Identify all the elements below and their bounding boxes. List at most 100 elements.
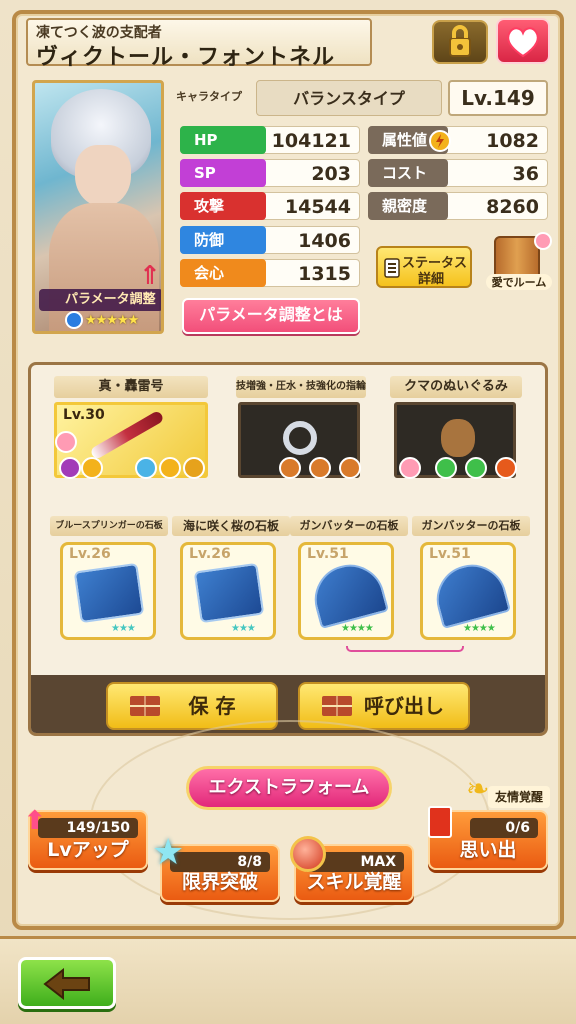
stone-stars: ★★★★ <box>341 623 374 634</box>
drum-orb-icon <box>309 457 331 479</box>
stone-level: Lv.26 <box>189 546 231 562</box>
room-button[interactable]: 愛でルーム <box>486 232 552 294</box>
back-button[interactable] <box>18 957 116 1009</box>
weapon-level: Lv.30 <box>63 407 105 423</box>
arrow-up-orb-icon <box>495 457 517 479</box>
drum-orb-icon <box>279 457 301 479</box>
stat-critical: 会心 1315 <box>180 259 360 287</box>
stone-slot[interactable]: Lv.51 ★★★★ <box>298 542 394 640</box>
stat-sp: SP 203 <box>180 159 360 187</box>
gem-orb-icon <box>135 457 157 479</box>
type-value: バランスタイプ <box>256 80 442 116</box>
stat-value: 203 <box>311 163 351 185</box>
save-label: 保 存 <box>188 694 236 718</box>
stat-label: 会心 <box>180 259 266 287</box>
stat-defense: 防御 1406 <box>180 226 360 254</box>
stat-label: 防御 <box>180 226 266 254</box>
stat-label: HP <box>180 126 266 154</box>
portrait-face <box>75 145 131 207</box>
stone-stars: ★★★★ <box>463 623 496 634</box>
star-gem-icon: ★ <box>152 832 185 873</box>
gem-orb-icon <box>159 457 181 479</box>
param-help-button[interactable]: パラメータ調整とは <box>182 298 360 334</box>
ring-slot[interactable] <box>238 402 361 479</box>
lock-icon <box>449 25 471 57</box>
gem-orb-icon <box>183 457 205 479</box>
heart-icon <box>507 27 539 58</box>
lvup-button[interactable]: 149/150 Lvアップ <box>28 810 148 870</box>
stat-attribute: 属性値 1082 <box>368 126 548 154</box>
favorite-button[interactable] <box>496 18 550 64</box>
character-title-box: 凍てつく波の支配者 ヴィクトール・フォントネル <box>26 18 372 70</box>
stat-label: 親密度 <box>368 192 448 220</box>
stone-tablet-icon <box>73 562 145 624</box>
type-label: キャラタイプ <box>176 90 242 103</box>
character-portrait[interactable]: ⇑ パラメータ調整 ★★★★★ <box>32 80 164 334</box>
stat-label: SP <box>180 159 266 187</box>
screen: 凍てつく波の支配者 ヴィクトール・フォントネル ⇑ パラメータ調整 ★★★★★ … <box>0 0 576 1024</box>
stat-intimacy: 親密度 8260 <box>368 192 548 220</box>
room-label: 愛でルーム <box>486 274 552 290</box>
stat-value: 36 <box>512 163 539 185</box>
heart-orb-icon <box>55 431 77 453</box>
stat-cost: コスト 36 <box>368 159 548 187</box>
card-icon <box>428 806 452 838</box>
wing-icon: ❧ <box>466 772 490 805</box>
stat-value: 1082 <box>486 130 539 152</box>
brick-save-icon <box>130 696 160 716</box>
skill-orb-icon <box>59 457 81 479</box>
accessory-slot-title: クマのぬいぐるみ <box>390 376 522 398</box>
back-arrow-icon <box>43 968 90 1000</box>
stat-value: 1406 <box>298 230 351 252</box>
accessory-slot[interactable] <box>394 402 517 479</box>
door-icon <box>494 236 540 278</box>
stone-slot[interactable]: Lv.26 ★★★ <box>180 542 276 640</box>
status-detail-label-2: 詳細 <box>418 272 445 287</box>
stone-slot[interactable]: Lv.26 ★★★ <box>60 542 156 640</box>
stat-value: 104121 <box>271 130 351 152</box>
up-arrow-icon: ⇑ <box>139 261 161 291</box>
stat-attack: 攻撃 14544 <box>180 192 360 220</box>
extra-form-button[interactable]: エクストラフォーム <box>186 766 392 810</box>
heart-green-orb-icon <box>465 457 487 479</box>
stone-stars: ★★★ <box>111 623 136 634</box>
weapon-slot[interactable]: Lv.30 <box>54 402 208 479</box>
stat-hp: HP 104121 <box>180 126 360 154</box>
stat-value: 14544 <box>284 196 351 218</box>
heart-badge-icon <box>534 232 552 250</box>
memory-label: 思い出 <box>459 839 517 861</box>
heart-orb-icon <box>399 457 421 479</box>
stone-level: Lv.26 <box>69 546 111 562</box>
lock-button[interactable] <box>432 20 488 64</box>
teddy-bear-icon <box>441 419 475 457</box>
character-name: ヴィクトール・フォントネル <box>36 45 336 70</box>
footer-bar <box>0 936 576 1024</box>
thunder-element-icon <box>429 130 451 152</box>
stat-label: コスト <box>368 159 448 187</box>
stone-slot-title: 海に咲く桜の石板 <box>172 516 290 536</box>
heart-green-orb-icon <box>435 457 457 479</box>
stone-stars: ★★★ <box>231 623 256 634</box>
stone-slot-title: ブルースプリンガーの石板 <box>50 516 168 536</box>
stat-label: 攻撃 <box>180 192 266 220</box>
stat-value: 8260 <box>486 196 539 218</box>
list-icon <box>384 258 400 278</box>
ring-icon <box>283 421 317 455</box>
drum-orb-icon <box>339 457 361 479</box>
friendship-awaken-badge: 友情覚醒 <box>488 786 550 808</box>
arrow-up-icon: ⬆ <box>24 806 46 836</box>
param-adjust-label: パラメータ調整 <box>39 289 161 311</box>
stone-slot[interactable]: Lv.51 ★★★★ <box>420 542 516 640</box>
selection-indicator <box>346 646 464 652</box>
thunder-orb-icon <box>81 457 103 479</box>
stone-level: Lv.51 <box>307 546 349 562</box>
stone-tablet-icon <box>193 562 265 624</box>
ring-slot-title: 技増強・圧水・技強化の指輪 <box>236 376 366 398</box>
water-element-icon <box>65 311 83 329</box>
status-detail-button[interactable]: ステータス 詳細 <box>376 246 472 288</box>
rarity-stars: ★★★★★ <box>85 313 139 328</box>
stone-level: Lv.51 <box>429 546 471 562</box>
stone-slot-title: ガンバッターの石板 <box>290 516 408 536</box>
level-value: Lv.149 <box>448 80 548 116</box>
fan-tablet-icon <box>428 556 512 630</box>
